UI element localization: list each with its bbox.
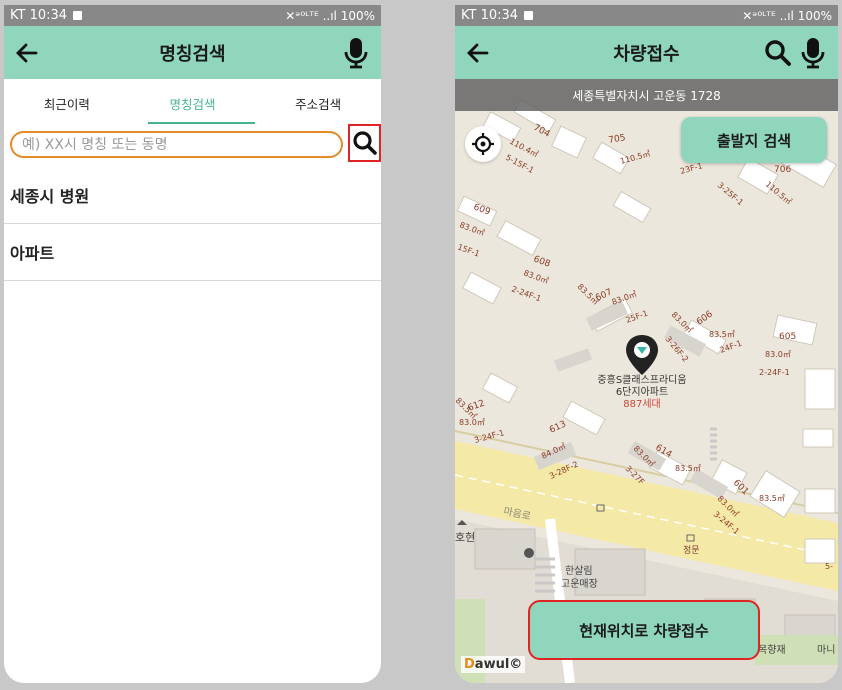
status-bar: KT 10:34 ✕ᵊ⁰ᴸᵀᴱ ..ıl 100% [4, 5, 381, 26]
status-carrier-time: KT 10:34 [461, 8, 519, 23]
tab-recent-history[interactable]: 최근이력 [4, 79, 130, 127]
notification-icon [524, 11, 534, 20]
building-area: 83.5㎡ [709, 330, 735, 339]
gate-label: 정문 [683, 545, 700, 556]
search-tabs: 최근이력 명칭검색 주소검색 [4, 79, 381, 127]
search-input[interactable] [12, 133, 341, 156]
notification-icon [73, 11, 83, 20]
list-item-label: 아파트 [10, 244, 55, 263]
back-arrow-icon[interactable] [12, 38, 42, 68]
list-item[interactable]: 세종시 병원 [4, 167, 381, 224]
place-label: 한살림 [565, 565, 593, 577]
building-number: 706 [774, 165, 791, 175]
origin-search-button[interactable]: 출발지 검색 [681, 117, 827, 163]
building-area: 83.0㎡ [459, 418, 485, 427]
my-location-button[interactable] [465, 126, 501, 162]
vehicle-request-screen: 704 110.4㎡ 5-15F-1 705 110.5㎡ 23F-1 706 … [455, 5, 838, 683]
marker-label-complex: 6단지아파트 [616, 386, 668, 398]
tab-label: 주소검색 [295, 96, 342, 112]
origin-search-label: 출발지 검색 [716, 131, 792, 150]
search-icon[interactable] [762, 36, 794, 70]
status-bar: KT 10:34 ✕ᵊ⁰ᴸᵀᴱ ..ıl 100% [455, 5, 838, 26]
search-icon [352, 131, 377, 155]
page-title: 명칭검색 [159, 43, 226, 65]
list-item[interactable]: 아파트 [4, 224, 381, 281]
building-area: 83.5㎡ [759, 494, 785, 503]
building-area: 83.0㎡ [765, 350, 791, 359]
tab-address-search[interactable]: 주소검색 [255, 79, 381, 127]
place-label: 목향재 [758, 644, 786, 656]
crosshair-icon [472, 133, 494, 155]
back-arrow-icon[interactable] [463, 38, 493, 68]
status-indicators: ✕ᵊ⁰ᴸᵀᴱ ..ıl 100% [285, 8, 375, 23]
place-label: 마니 [817, 644, 835, 656]
request-at-current-location-button[interactable]: 현재위치로 차량접수 [528, 600, 760, 660]
place-label: 고운매장 [561, 578, 598, 590]
status-carrier-time: KT 10:34 [10, 8, 68, 23]
current-address: 세종특별자치시 고운동 1728 [572, 88, 721, 103]
marker-label-households: 887세대 [623, 398, 661, 410]
logo-text: awul© [474, 657, 523, 672]
search-button[interactable] [348, 124, 381, 162]
status-indicators: ✕ᵊ⁰ᴸᵀᴱ ..ıl 100% [742, 8, 832, 23]
name-search-screen: KT 10:34 ✕ᵊ⁰ᴸᵀᴱ ..ıl 100% 명칭검색 최근이력 명칭검색… [4, 5, 381, 683]
building-floors: 2-24F-1 [759, 368, 790, 377]
map-provider-logo: Dawul© [461, 656, 526, 673]
search-field [10, 131, 343, 158]
page-title: 차량접수 [613, 43, 680, 65]
building-number: 605 [779, 332, 796, 342]
tab-label: 최근이력 [43, 96, 90, 112]
app-bar: 명칭검색 [4, 26, 381, 79]
tab-label: 명칭검색 [169, 96, 216, 112]
request-button-label: 현재위치로 차량접수 [579, 621, 709, 640]
list-item-label: 세종시 병원 [10, 187, 90, 206]
microphone-icon[interactable] [798, 36, 828, 70]
app-bar: 차량접수 [455, 26, 838, 79]
place-label: 호현 [455, 531, 475, 544]
logo-letter: D [464, 657, 475, 672]
tab-name-search[interactable]: 명칭검색 [130, 79, 256, 127]
microphone-icon[interactable] [341, 36, 371, 70]
address-bar: 세종특별자치시 고운동 1728 [455, 79, 838, 111]
map-view[interactable]: 704 110.4㎡ 5-15F-1 705 110.5㎡ 23F-1 706 … [455, 79, 838, 683]
building-area: 83.5㎡ [675, 464, 701, 473]
marker-label-name: 중흥S클래스프라디움 [597, 373, 686, 386]
building-label: 5- [825, 562, 833, 571]
